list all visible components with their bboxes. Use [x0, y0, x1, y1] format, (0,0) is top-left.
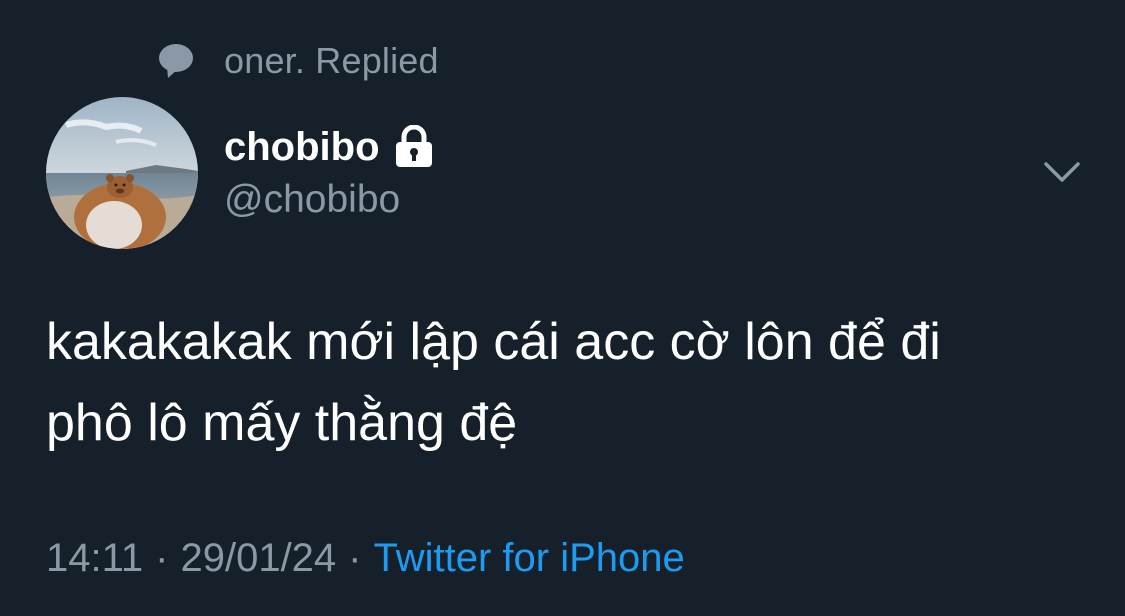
tweet-text: kakakakak mới lập cái acc cờ lôn để đi p…: [46, 313, 941, 452]
reply-context[interactable]: oner. Replied: [158, 38, 439, 84]
reply-context-text: oner. Replied: [224, 40, 439, 81]
meta-separator: ·: [155, 535, 169, 580]
tweet-detail: oner. Replied chobibo @chobibo kakakakak…: [0, 0, 1125, 616]
author-name-row[interactable]: chobibo: [224, 122, 434, 172]
speech-bubble-icon: [158, 43, 194, 79]
avatar[interactable]: [46, 97, 198, 249]
tweet-meta: 14:11 · 29/01/24 · Twitter for iPhone: [46, 530, 685, 586]
display-name[interactable]: chobibo: [224, 125, 380, 170]
author-handle[interactable]: @chobibo: [224, 178, 400, 222]
tweet-date[interactable]: 29/01/24: [180, 536, 336, 581]
lock-icon: [394, 124, 434, 169]
meta-separator: ·: [348, 535, 362, 580]
tweet-time[interactable]: 14:11: [46, 536, 143, 581]
tweet-source-link[interactable]: Twitter for iPhone: [374, 536, 685, 581]
chevron-down-icon[interactable]: [1043, 160, 1081, 186]
